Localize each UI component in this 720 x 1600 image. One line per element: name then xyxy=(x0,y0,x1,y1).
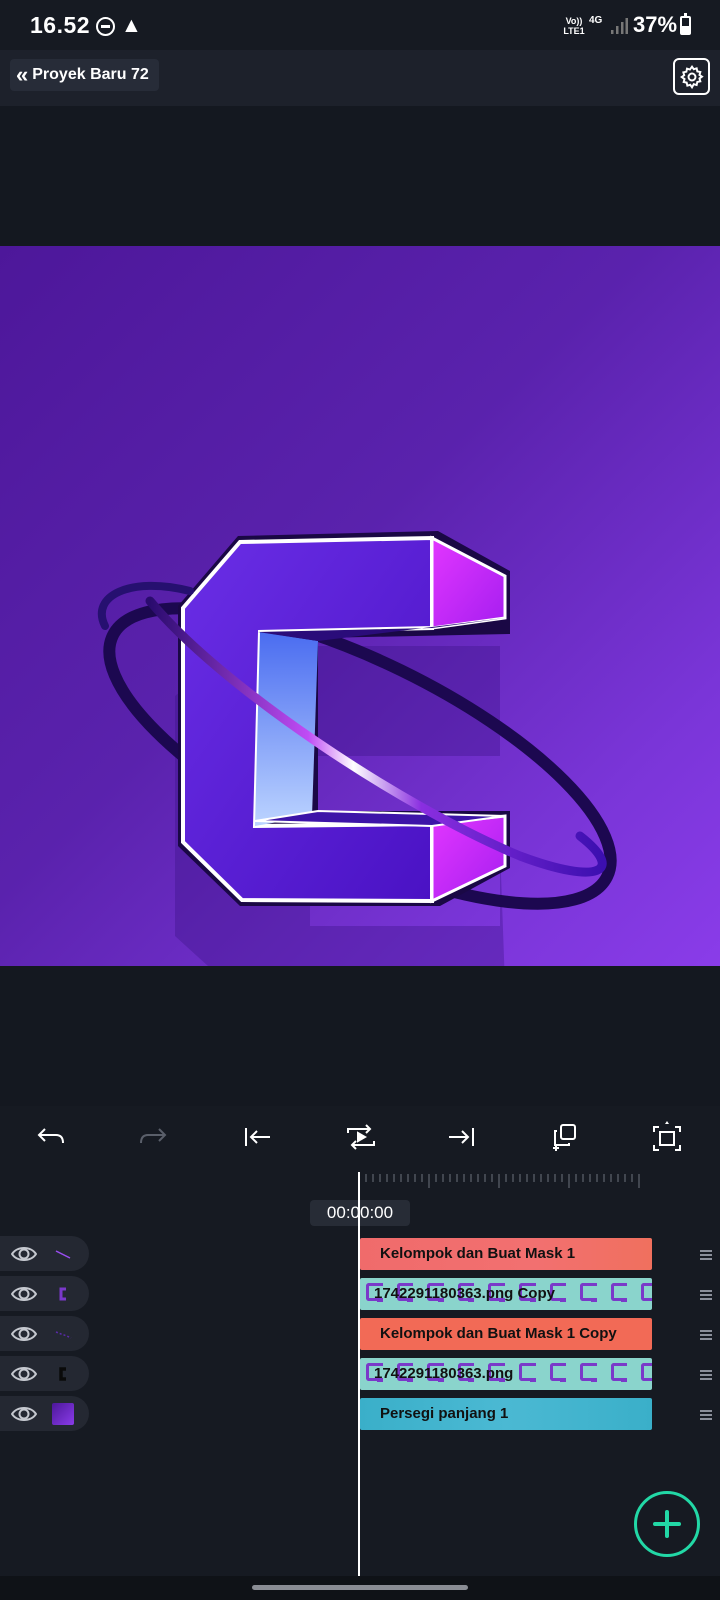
playhead[interactable] xyxy=(358,1172,360,1576)
network-type: 4G xyxy=(589,15,603,26)
app-header: « Proyek Baru 72 xyxy=(0,50,720,106)
battery-percent: 37% xyxy=(633,12,678,37)
gear-icon xyxy=(679,64,704,89)
volte-indicator: Vo)) LTE1 xyxy=(563,16,585,36)
timeline-clip-5[interactable]: Persegi panjang 1 xyxy=(360,1398,652,1430)
layer-control-5[interactable] xyxy=(0,1396,89,1431)
eye-icon[interactable] xyxy=(11,1323,37,1345)
clip-label: 1742291180363.png Copy xyxy=(374,1285,555,1302)
timeline-clip-4[interactable]: 1742291180363.png xyxy=(360,1358,652,1390)
redo-icon xyxy=(140,1128,167,1144)
layer-control-3[interactable] xyxy=(0,1316,89,1351)
jump-to-start-button[interactable] xyxy=(236,1116,278,1158)
layer-control-4[interactable] xyxy=(0,1356,89,1391)
clip-label: Kelompok dan Buat Mask 1 xyxy=(380,1245,576,1262)
layer-thumbnail xyxy=(59,1367,66,1381)
home-indicator[interactable] xyxy=(252,1585,468,1590)
drag-handle-icon[interactable] xyxy=(700,1370,712,1380)
fit-screen-button[interactable] xyxy=(646,1116,688,1158)
redo-button[interactable] xyxy=(132,1116,174,1158)
editor-toolbar xyxy=(0,1108,720,1166)
jump-to-end-button[interactable] xyxy=(441,1116,483,1158)
drag-handle-icon[interactable] xyxy=(700,1250,712,1260)
eye-icon[interactable] xyxy=(11,1283,37,1305)
clip-label: Persegi panjang 1 xyxy=(380,1405,509,1422)
add-layer-button[interactable] xyxy=(634,1491,700,1557)
timeline-clip-3[interactable]: Kelompok dan Buat Mask 1 Copy xyxy=(360,1318,652,1350)
double-chevron-left-icon: « xyxy=(16,62,29,87)
signal-icon xyxy=(611,18,628,34)
layer-thumbnail xyxy=(52,1403,74,1425)
layer-control-1[interactable] xyxy=(0,1236,89,1271)
navigation-bar xyxy=(0,1576,720,1600)
timecode-display: 00:00:00 xyxy=(310,1200,410,1226)
duplicate-add-icon xyxy=(553,1124,576,1151)
eye-icon[interactable] xyxy=(11,1403,37,1425)
layer-thumbnail xyxy=(55,1331,72,1339)
clip-label: 1742291180363.png xyxy=(374,1365,514,1382)
play-loop-button[interactable] xyxy=(340,1116,382,1158)
layer-thumbnail xyxy=(59,1287,66,1301)
battery-icon xyxy=(680,13,691,35)
duplicate-button[interactable] xyxy=(543,1116,585,1158)
warning-icon: ▲ xyxy=(121,14,142,37)
undo-button[interactable] xyxy=(30,1116,72,1158)
timeline: 00:00:00 Kelompok dan Buat Mask 1 174229… xyxy=(0,1166,720,1576)
timeline-clip-2[interactable]: 1742291180363.png Copy xyxy=(360,1278,652,1310)
play-loop-icon xyxy=(347,1124,375,1150)
eye-icon[interactable] xyxy=(11,1363,37,1385)
preview-area xyxy=(0,106,720,1106)
status-bar: 16.52 ▲ Vo)) LTE1 4G 37% xyxy=(0,0,720,50)
preview-canvas[interactable] xyxy=(0,246,720,966)
layer-control-2[interactable] xyxy=(0,1276,89,1311)
status-time: 16.52 xyxy=(30,12,91,38)
clip-label: Kelompok dan Buat Mask 1 Copy xyxy=(380,1325,617,1342)
do-not-disturb-icon xyxy=(96,17,115,36)
timeline-clip-1[interactable]: Kelompok dan Buat Mask 1 xyxy=(360,1238,652,1270)
drag-handle-icon[interactable] xyxy=(700,1410,712,1420)
jump-to-start-icon xyxy=(245,1128,270,1146)
jump-to-end-icon xyxy=(449,1128,474,1146)
logo-c-artwork xyxy=(97,531,617,966)
back-button[interactable]: « Proyek Baru 72 xyxy=(10,59,159,91)
eye-icon[interactable] xyxy=(11,1243,37,1265)
undo-icon xyxy=(37,1128,64,1144)
fit-screen-icon xyxy=(653,1121,681,1151)
drag-handle-icon[interactable] xyxy=(700,1330,712,1340)
layer-thumbnail xyxy=(55,1250,71,1259)
drag-handle-icon[interactable] xyxy=(700,1290,712,1300)
project-title: Proyek Baru 72 xyxy=(32,66,149,83)
settings-button[interactable] xyxy=(673,58,710,95)
time-ruler[interactable] xyxy=(358,1174,648,1194)
